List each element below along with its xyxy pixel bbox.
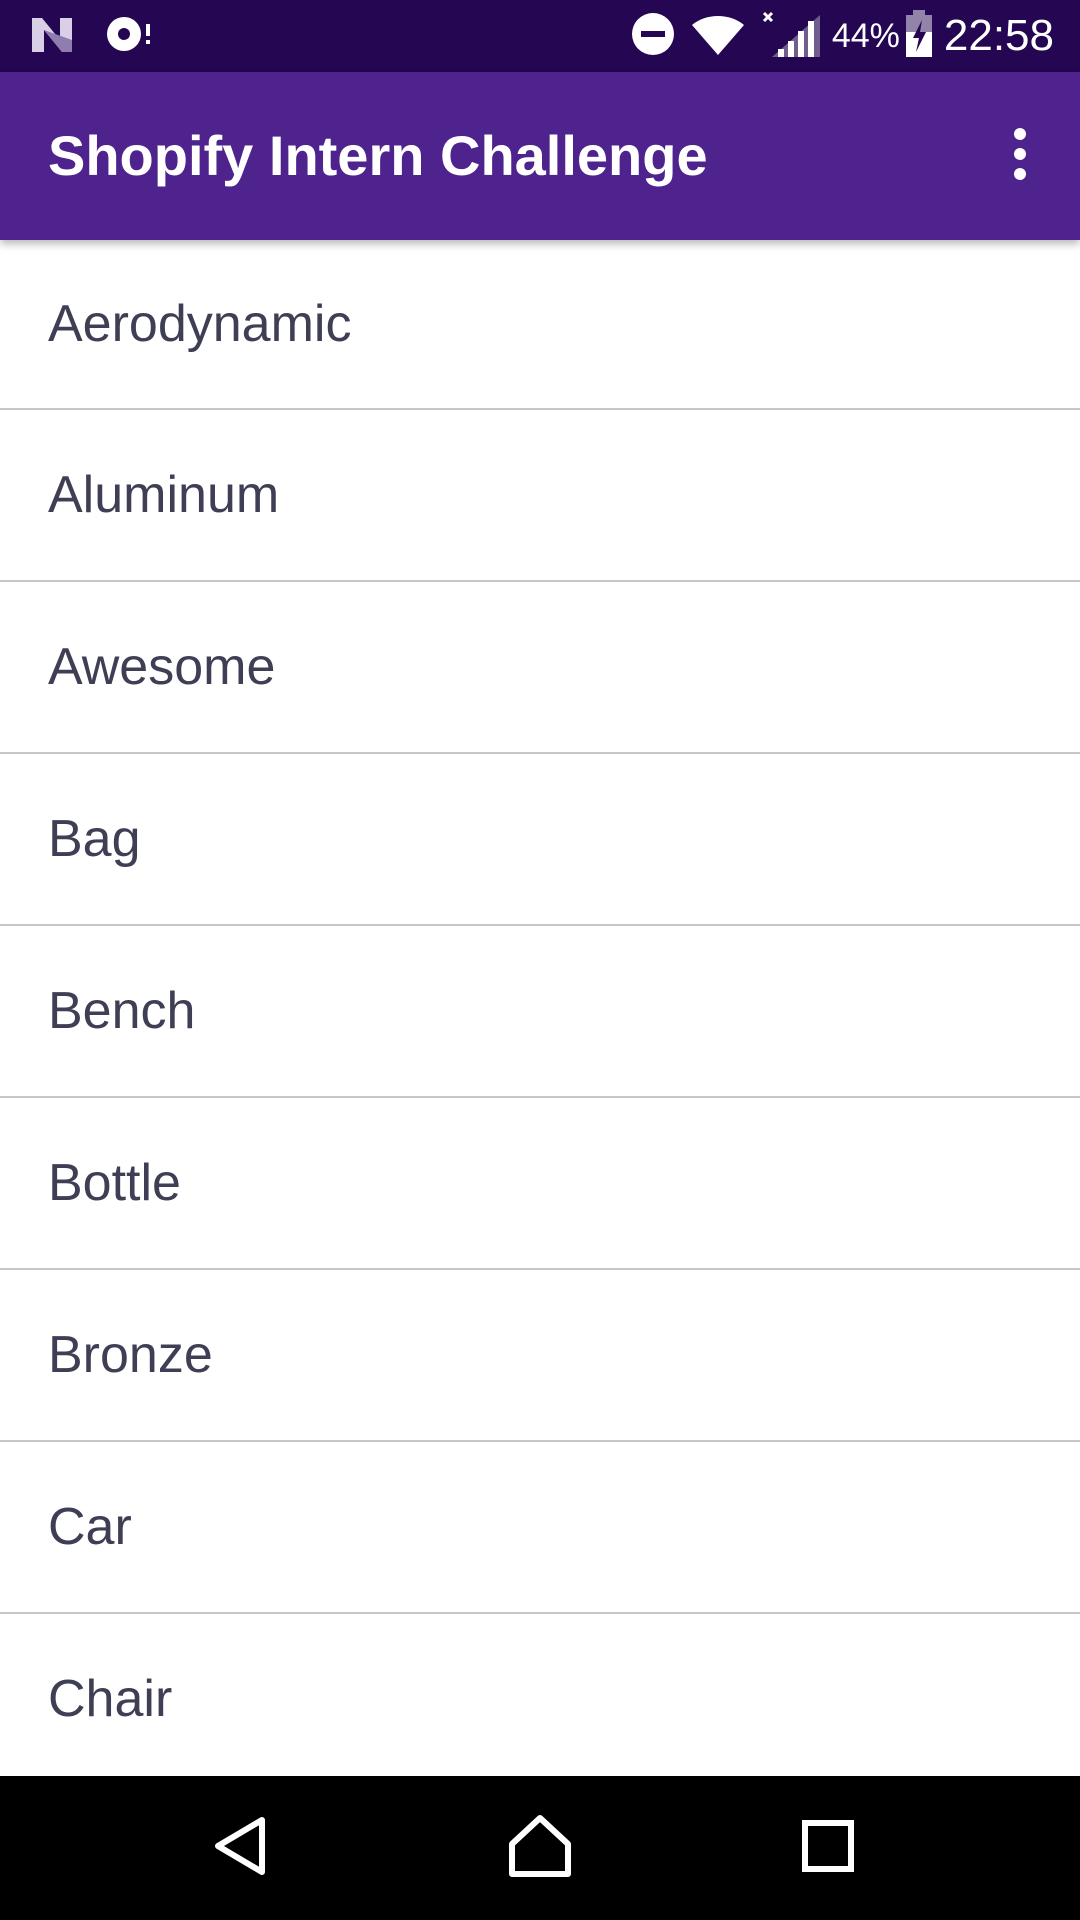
recents-icon <box>801 1819 855 1878</box>
list-item-label: Bag <box>48 810 141 868</box>
home-icon <box>508 1814 572 1883</box>
back-icon <box>210 1814 270 1883</box>
list-item-label: Bronze <box>48 1326 213 1384</box>
list-item-label: Aerodynamic <box>48 295 352 353</box>
status-left-icons <box>30 14 156 58</box>
home-button[interactable] <box>492 1800 588 1896</box>
list-item[interactable]: Awesome <box>0 582 1080 754</box>
app-title: Shopify Intern Challenge <box>48 124 708 187</box>
wifi-icon <box>690 11 746 62</box>
app-bar: Shopify Intern Challenge <box>0 72 1080 240</box>
recents-button[interactable] <box>780 1800 876 1896</box>
clock: 22:58 <box>943 11 1054 60</box>
do-not-disturb-icon <box>630 11 676 62</box>
list-item[interactable]: Bottle <box>0 1098 1080 1270</box>
notification-n-icon <box>30 14 74 59</box>
list-item[interactable]: Chair <box>0 1614 1080 1776</box>
back-button[interactable] <box>192 1800 288 1896</box>
product-tag-list[interactable]: Aerodynamic Aluminum Awesome Bag Bench B… <box>0 240 1080 1776</box>
battery-percent: 44% <box>831 16 900 55</box>
list-item[interactable]: Aerodynamic <box>0 240 1080 410</box>
list-item-label: Car <box>48 1498 132 1556</box>
list-item-label: Bottle <box>48 1154 181 1212</box>
more-vert-icon <box>1010 127 1030 185</box>
list-item[interactable]: Bench <box>0 926 1080 1098</box>
overflow-menu-button[interactable] <box>980 116 1060 196</box>
list-item[interactable]: Bronze <box>0 1270 1080 1442</box>
list-item-label: Chair <box>48 1670 173 1728</box>
status-bar: 44% 22:58 <box>0 0 1080 72</box>
battery-charging-icon <box>904 9 934 63</box>
list-item-label: Bench <box>48 982 196 1040</box>
media-icon <box>104 14 156 59</box>
status-right-icons: 44% 22:58 <box>630 9 1054 64</box>
navigation-bar <box>0 1776 1080 1920</box>
list-item-label: Awesome <box>48 638 276 696</box>
list-item-label: Aluminum <box>48 466 280 524</box>
cellular-signal-icon <box>758 9 822 64</box>
list-item[interactable]: Aluminum <box>0 410 1080 582</box>
list-item[interactable]: Car <box>0 1442 1080 1614</box>
list-item[interactable]: Bag <box>0 754 1080 926</box>
